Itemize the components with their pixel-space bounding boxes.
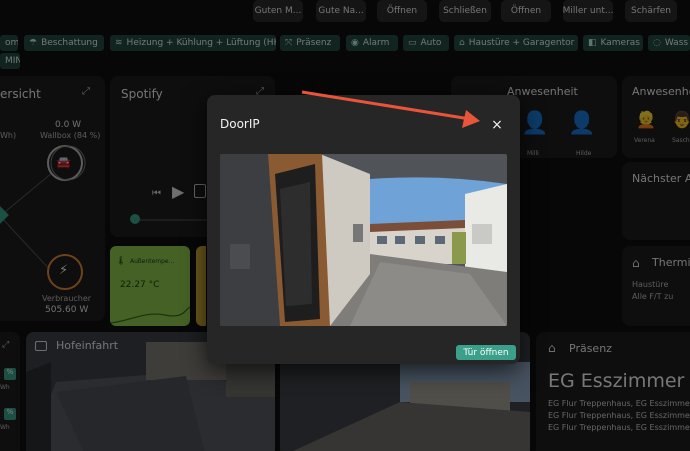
annotation-arrow [301,90,480,128]
